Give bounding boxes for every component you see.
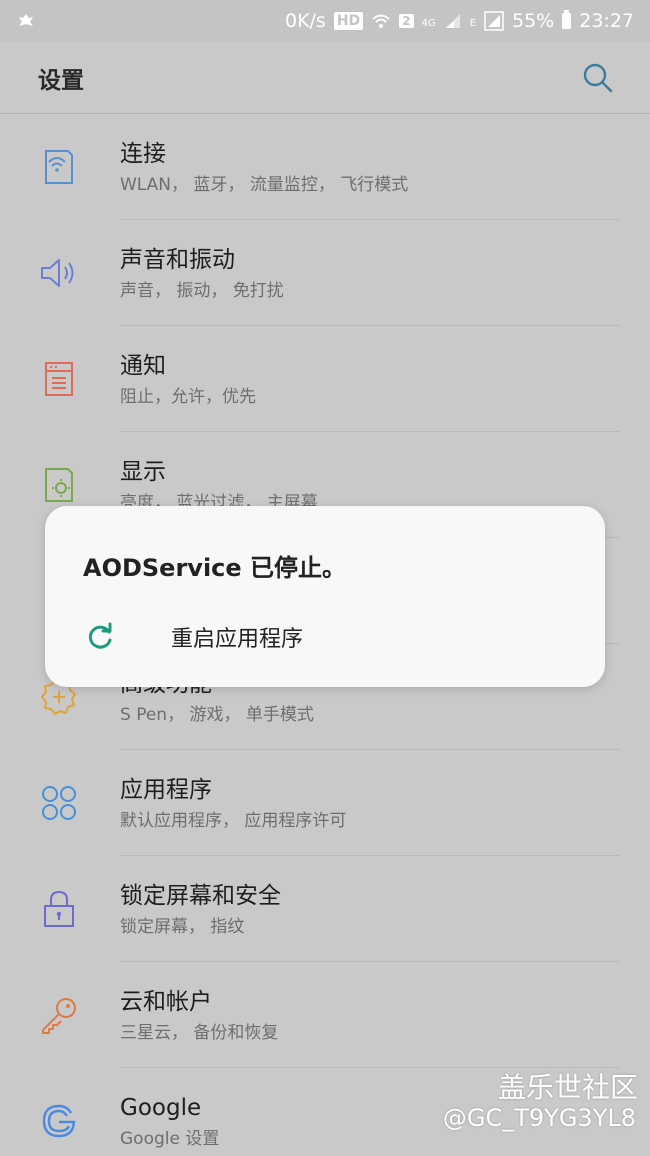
settings-item-connections[interactable]: 连接 WLAN， 蓝牙， 流量监控， 飞行模式 — [0, 114, 650, 220]
app-notification-icon — [19, 14, 33, 26]
hd-badge: HD — [333, 12, 364, 30]
settings-item-sub: S Pen， 游戏， 单手模式 — [120, 705, 314, 725]
display-icon — [38, 464, 80, 506]
google-icon — [38, 1100, 80, 1142]
settings-item-label: 通知 — [120, 353, 166, 379]
status-bar: 0K/s HD 2 4G E 55% 23:27 — [0, 0, 650, 42]
settings-item-apps[interactable]: 应用程序 默认应用程序， 应用程序许可 — [0, 750, 650, 856]
refresh-icon — [83, 620, 117, 654]
settings-item-cloud-accounts[interactable]: 云和帐户 三星云， 备份和恢复 — [0, 962, 650, 1068]
settings-item-sub: Google 设置 — [120, 1129, 220, 1149]
notification-icon — [38, 358, 80, 400]
clock: 23:27 — [579, 10, 634, 32]
app-header: 设置 — [0, 42, 650, 114]
page-title: 设置 — [38, 67, 84, 94]
battery-icon — [562, 10, 572, 29]
watermark-title: 盖乐世社区 — [497, 1071, 638, 1104]
signal-icon-2 — [484, 11, 504, 31]
apps-icon — [38, 782, 80, 824]
network-speed: 0K/s — [284, 10, 326, 32]
wifi-icon — [372, 14, 390, 28]
settings-item-sub: 声音， 振动， 免打扰 — [120, 281, 284, 301]
settings-item-sub: WLAN， 蓝牙， 流量监控， 飞行模式 — [120, 175, 409, 195]
settings-item-label: 应用程序 — [120, 777, 212, 803]
network-e: E — [469, 18, 476, 29]
settings-item-notifications[interactable]: 通知 阻止，允许，优先 — [0, 326, 650, 432]
battery-percent: 55% — [512, 10, 555, 32]
sim-badge: 2 — [399, 14, 414, 28]
settings-item-label: 锁定屏幕和安全 — [120, 883, 281, 909]
settings-item-sub: 默认应用程序， 应用程序许可 — [120, 811, 347, 831]
signal-icon — [445, 14, 460, 28]
settings-item-label: 云和帐户 — [120, 989, 212, 1015]
restart-app-label: 重启应用程序 — [171, 627, 304, 652]
settings-item-sub: 锁定屏幕， 指纹 — [120, 917, 245, 937]
network-4g: 4G — [421, 18, 436, 29]
restart-app-button[interactable]: 重启应用程序 — [83, 620, 303, 654]
settings-item-sound[interactable]: 声音和振动 声音， 振动， 免打扰 — [0, 220, 650, 326]
settings-item-label: Google — [120, 1095, 202, 1121]
settings-item-sub: 阻止，允许，优先 — [120, 387, 256, 407]
settings-item-label: 连接 — [120, 141, 166, 167]
settings-item-label: 显示 — [120, 459, 166, 485]
app-stopped-dialog: AODService 已停止。 重启应用程序 — [45, 506, 605, 687]
settings-item-sub: 三星云， 备份和恢复 — [120, 1023, 279, 1043]
speaker-icon — [38, 252, 80, 294]
search-icon[interactable] — [582, 62, 614, 94]
connections-icon — [38, 146, 80, 188]
key-icon — [38, 994, 80, 1036]
watermark-user: @GC_T9YG3YL8 — [442, 1104, 636, 1132]
dialog-title: AODService 已停止。 — [83, 554, 347, 582]
settings-item-label: 声音和振动 — [120, 247, 235, 273]
lock-icon — [38, 888, 80, 930]
settings-item-lockscreen[interactable]: 锁定屏幕和安全 锁定屏幕， 指纹 — [0, 856, 650, 962]
